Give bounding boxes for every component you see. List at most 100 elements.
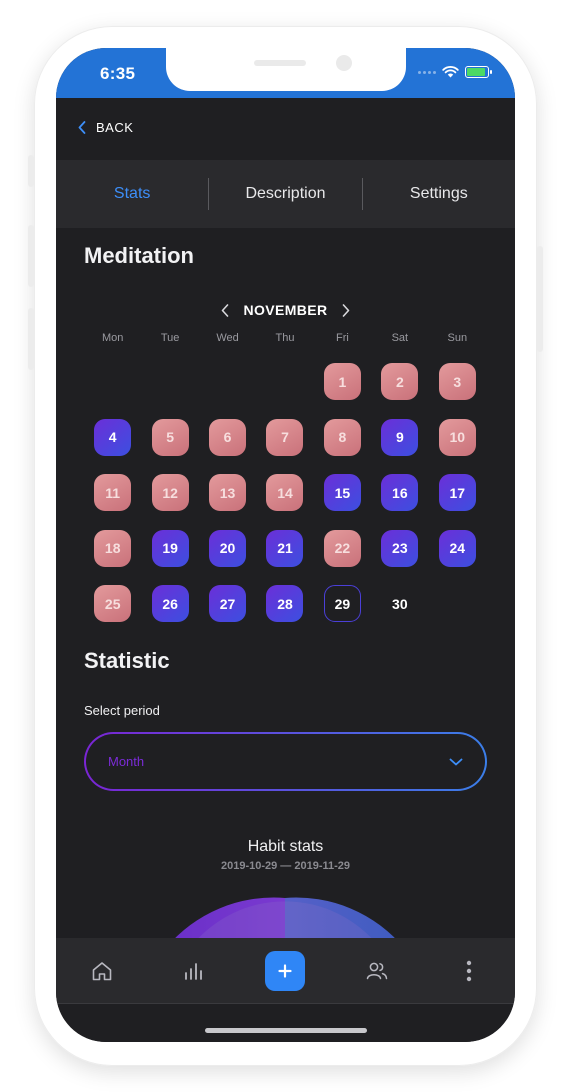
weekday-label: Sat	[391, 332, 409, 344]
calendar-day-3[interactable]: 3	[438, 363, 476, 401]
tab-description[interactable]: Description	[209, 185, 361, 203]
weekday-header: Mon Tue Wed Thu Fri Sat Sun	[84, 332, 486, 344]
calendar-day-6[interactable]: 6	[209, 418, 247, 456]
chevron-right-icon	[342, 303, 349, 317]
habit-stats-date-range: 2019-10-29 — 2019-11-29	[220, 860, 351, 872]
calendar-cell: 10	[429, 410, 486, 466]
calendar-cell: 9	[371, 410, 428, 466]
calendar-day-21[interactable]: 21	[266, 529, 304, 567]
calendar-day-27[interactable]: 27	[209, 585, 247, 623]
habit-stats-title: Habit stats	[247, 838, 324, 855]
select-period-label: Select period	[84, 703, 160, 718]
calendar-empty-cell	[199, 354, 256, 410]
statistic-title: Statistic	[84, 648, 170, 673]
calendar-cell: 7	[256, 410, 313, 466]
more-vertical-icon	[466, 960, 472, 981]
device-notch	[166, 48, 406, 91]
calendar-day-20[interactable]: 20	[209, 529, 247, 567]
calendar-day-25[interactable]: 25	[94, 585, 132, 623]
calendar-day-28[interactable]: 28	[266, 585, 304, 623]
calendar-day-4[interactable]: 4	[94, 418, 132, 456]
calendar-day-19[interactable]: 19	[151, 529, 189, 567]
add-habit-button[interactable]	[265, 950, 306, 991]
calendar-cell: 30	[371, 576, 428, 632]
back-label: BACK	[96, 120, 134, 135]
calendar-day-23[interactable]: 23	[381, 529, 419, 567]
calendar-cell: 12	[141, 465, 198, 521]
month-selector: NOVEMBER	[56, 302, 515, 318]
calendar-cell: 2	[371, 354, 428, 410]
calendar-day-12[interactable]: 12	[151, 474, 189, 512]
calendar-day-1[interactable]: 1	[323, 363, 361, 401]
calendar-cell: 18	[84, 521, 141, 577]
calendar-day-17[interactable]: 17	[438, 474, 476, 512]
calendar-cell: 14	[256, 465, 313, 521]
calendar-cell: 21	[256, 521, 313, 577]
calendar-empty-cell	[256, 354, 313, 410]
phone-silent-switch	[28, 155, 34, 187]
weekday-label: Mon	[102, 332, 124, 344]
nav-home[interactable]	[82, 951, 122, 991]
home-indicator	[205, 1028, 367, 1033]
status-icons	[418, 66, 492, 78]
status-time: 6:35	[100, 64, 136, 83]
phone-power-button	[537, 246, 543, 352]
nav-stats[interactable]	[174, 951, 214, 991]
calendar-cell: 23	[371, 521, 428, 577]
nav-friends[interactable]	[357, 951, 397, 991]
calendar-day-7[interactable]: 7	[266, 418, 304, 456]
calendar-cell: 1	[314, 354, 371, 410]
calendar-cell: 8	[314, 410, 371, 466]
calendar-day-11[interactable]: 11	[94, 474, 132, 512]
calendar-cell: 13	[199, 465, 256, 521]
bar-chart-icon	[184, 962, 202, 980]
calendar-day-10[interactable]: 10	[438, 418, 476, 456]
calendar-day-16[interactable]: 16	[381, 474, 419, 512]
weekday-label: Fri	[336, 332, 349, 344]
calendar-cell: 4	[84, 410, 141, 466]
signal-icon	[418, 70, 436, 74]
calendar-day-2[interactable]: 2	[381, 363, 419, 401]
calendar-day-8[interactable]: 8	[323, 418, 361, 456]
tab-settings[interactable]: Settings	[363, 185, 515, 203]
calendar-grid: 1 2 3 4 5 6 7 8 9 10 11 12 13 14 15 16 17 18 19 20 21 22 23 24 2…	[84, 354, 486, 632]
calendar-cell: 25	[84, 576, 141, 632]
calendar-day-30[interactable]: 30	[381, 585, 418, 622]
tab-bar: Stats Description Settings	[56, 160, 515, 228]
chevron-down-icon	[449, 758, 463, 765]
calendar-cell: 29	[314, 576, 371, 632]
phone-volume-down	[28, 308, 34, 370]
weekday-label: Thu	[275, 332, 295, 344]
calendar-day-26[interactable]: 26	[151, 585, 189, 623]
back-button[interactable]: BACK	[78, 120, 133, 135]
period-select-value: Month	[108, 754, 145, 769]
calendar-empty-cell	[141, 354, 198, 410]
calendar-cell: 15	[314, 465, 371, 521]
tab-stats[interactable]: Stats	[56, 185, 208, 203]
calendar-day-24[interactable]: 24	[438, 529, 476, 567]
calendar-day-9[interactable]: 9	[381, 418, 419, 456]
calendar-day-13[interactable]: 13	[209, 474, 247, 512]
calendar-day-5[interactable]: 5	[151, 418, 189, 456]
next-month-button[interactable]	[342, 303, 350, 317]
calendar-cell: 16	[371, 465, 428, 521]
chevron-left-icon	[222, 303, 229, 317]
calendar-cell: 24	[429, 521, 486, 577]
calendar-day-22[interactable]: 22	[323, 529, 361, 567]
habit-title: Meditation	[84, 243, 194, 268]
previous-month-button[interactable]	[221, 303, 229, 317]
period-select-inner: Month	[86, 734, 485, 789]
phone-volume-up	[28, 225, 34, 287]
bottom-navigation	[56, 938, 515, 1004]
period-select[interactable]: Month	[84, 732, 487, 791]
calendar-day-18[interactable]: 18	[94, 529, 132, 567]
calendar-day-29[interactable]: 29	[323, 585, 361, 623]
users-icon	[367, 962, 388, 979]
calendar-day-14[interactable]: 14	[266, 474, 304, 512]
calendar-cell: 28	[256, 576, 313, 632]
nav-more[interactable]	[449, 951, 489, 991]
calendar-cell: 11	[84, 465, 141, 521]
calendar-day-15[interactable]: 15	[323, 474, 361, 512]
month-label: NOVEMBER	[243, 302, 328, 318]
weekday-label: Tue	[160, 332, 180, 344]
